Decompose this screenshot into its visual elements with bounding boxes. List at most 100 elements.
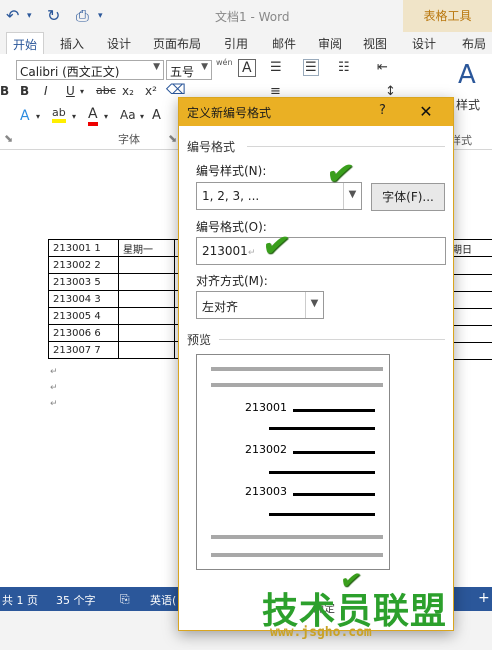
tab-page-layout[interactable]: 页面布局 — [153, 35, 201, 52]
numbering-icon[interactable]: ☰ — [303, 59, 319, 76]
table-cell-day[interactable] — [118, 273, 175, 291]
clipboard-launcher-icon[interactable]: ⬊ — [4, 132, 13, 145]
character-border-icon[interactable]: A — [238, 59, 256, 77]
change-case-icon[interactable]: Aa — [120, 108, 136, 122]
table-cell-id[interactable]: 213002 — [53, 260, 91, 271]
font-name-combo[interactable]: Calibri (西文正文) ▼ — [16, 60, 164, 80]
preview-number: 213001 — [245, 401, 287, 414]
table-cell-num[interactable]: 5 — [94, 277, 100, 288]
tab-insert[interactable]: 插入 — [60, 35, 84, 52]
chevron-down-icon[interactable]: ▾ — [27, 11, 32, 21]
table-cell-id[interactable]: 213001 — [53, 243, 91, 254]
table-row: 213001 1 星期一 — [48, 239, 184, 257]
subscript-icon[interactable]: x₂ — [122, 84, 134, 98]
phonetic-guide-icon[interactable]: wén — [216, 58, 233, 67]
table-cell-id[interactable]: 213004 — [53, 294, 91, 305]
table-cell-num[interactable]: 2 — [94, 260, 100, 271]
grow-font-icon[interactable]: A — [152, 108, 161, 123]
paragraph-mark-icon: ↵ — [50, 383, 58, 393]
proofing-icon[interactable]: ⎘ — [120, 592, 130, 607]
number-format-input[interactable]: 213001↵ — [196, 237, 446, 265]
font-size-combo[interactable]: 五号 ▼ — [166, 60, 212, 80]
font-group-label: 字体 — [118, 133, 140, 146]
highlight-icon[interactable]: ab — [52, 106, 66, 123]
table-cell-id[interactable]: 213007 — [53, 345, 91, 356]
chevron-down-icon[interactable]: ▼ — [305, 292, 323, 318]
table-cell-day[interactable] — [118, 290, 175, 308]
styles-icon[interactable]: A — [458, 60, 476, 90]
font-button[interactable]: 字体(F)... — [371, 183, 445, 211]
tab-view[interactable]: 视图 — [363, 35, 387, 52]
font-name-value: Calibri (西文正文) — [20, 65, 120, 79]
word-count[interactable]: 35 个字 — [56, 592, 96, 608]
tab-review[interactable]: 审阅 — [318, 35, 342, 52]
chevron-down-icon[interactable]: ▾ — [72, 112, 76, 121]
bold-partial-icon[interactable]: B — [0, 84, 9, 98]
italic-icon[interactable]: I — [44, 84, 48, 98]
table-cell-day[interactable]: 星期一 — [118, 239, 175, 257]
customize-toolbar-icon[interactable]: ▾ — [98, 11, 103, 21]
preview-line — [211, 383, 383, 387]
table-row: 213007 7 — [48, 341, 184, 359]
tab-table-design[interactable]: 设计 — [412, 35, 436, 52]
strikethrough-icon[interactable]: abc — [96, 84, 116, 97]
table-cell-day[interactable] — [118, 307, 175, 325]
multilevel-list-icon[interactable]: ☷ — [338, 60, 350, 75]
chevron-down-icon[interactable]: ▾ — [80, 87, 84, 96]
chevron-down-icon[interactable]: ▾ — [36, 112, 40, 121]
underline-icon[interactable]: U — [66, 84, 75, 98]
alignment-select[interactable]: 左对齐 ▼ — [196, 291, 324, 319]
table-cell-num[interactable]: 7 — [94, 345, 100, 356]
tab-references[interactable]: 引用 — [224, 35, 248, 52]
font-color-icon[interactable]: A — [88, 106, 98, 126]
styles-group-button[interactable]: 样式 — [456, 96, 480, 113]
table-cell-num[interactable]: 4 — [94, 311, 100, 322]
text-effects-icon[interactable]: A — [20, 108, 30, 124]
preview-line — [211, 367, 383, 371]
table-cell-day[interactable] — [118, 324, 175, 342]
font-launcher-icon[interactable]: ⬊ — [168, 132, 177, 145]
bold-icon[interactable]: B — [20, 84, 29, 98]
preview-text-line — [293, 451, 375, 454]
clear-formatting-icon[interactable]: ⌫ — [166, 82, 186, 98]
tab-home[interactable]: 开始 — [6, 32, 45, 54]
dialog-title-bar[interactable]: 定义新编号格式 ? ✕ — [179, 98, 453, 126]
paragraph-mark-icon: ↵ — [247, 248, 256, 258]
print-preview-icon[interactable]: ⎙ — [76, 6, 89, 26]
help-icon[interactable]: ? — [379, 103, 386, 118]
table-cell-num[interactable]: 1 — [94, 243, 100, 254]
redo-icon[interactable]: ↻ — [47, 6, 60, 25]
table-cell-day[interactable] — [118, 256, 175, 274]
decrease-indent-icon[interactable]: ⇤ — [377, 60, 388, 75]
table-cell-id[interactable]: 213006 — [53, 328, 91, 339]
table-row: 213003 5 — [48, 273, 184, 291]
tab-mailings[interactable]: 邮件 — [272, 35, 296, 52]
undo-icon[interactable]: ↶ — [6, 6, 19, 25]
tab-table-layout[interactable]: 布局 — [462, 35, 486, 52]
table-cell-id[interactable]: 213005 — [53, 311, 91, 322]
tab-design[interactable]: 设计 — [107, 35, 131, 52]
number-style-value: 1, 2, 3, ... — [202, 189, 260, 203]
alignment-label: 对齐方式(M): — [196, 274, 268, 288]
preview-pane: 213001 213002 213003 — [196, 354, 390, 570]
superscript-icon[interactable]: x² — [145, 84, 157, 98]
document-title: 文档1 - Word — [215, 10, 290, 24]
bullets-icon[interactable]: ☰ — [270, 60, 282, 75]
table-cell-id[interactable]: 213003 — [53, 277, 91, 288]
preview-number: 213002 — [245, 443, 287, 456]
paragraph-mark-icon: ↵ — [50, 367, 58, 377]
chevron-down-icon[interactable]: ▾ — [104, 112, 108, 121]
watermark-url: www.jsgho.com — [270, 625, 372, 640]
zoom-slider-icon[interactable]: + — [478, 590, 490, 606]
page-count[interactable]: 共 1 页 — [2, 592, 38, 608]
preview-line — [211, 535, 383, 539]
table-cell-day[interactable] — [118, 341, 175, 359]
table-cell-num[interactable]: 6 — [94, 328, 100, 339]
close-icon[interactable]: ✕ — [399, 98, 453, 126]
check-mark-icon: ✔ — [323, 152, 358, 196]
schedule-table[interactable]: 213001 1 星期一 213002 2 213003 5 213004 3 … — [48, 239, 184, 359]
language-indicator[interactable]: 英语( — [150, 592, 176, 608]
table-cell-num[interactable]: 3 — [94, 294, 100, 305]
chevron-down-icon[interactable]: ▾ — [140, 112, 144, 121]
preview-number: 213003 — [245, 485, 287, 498]
